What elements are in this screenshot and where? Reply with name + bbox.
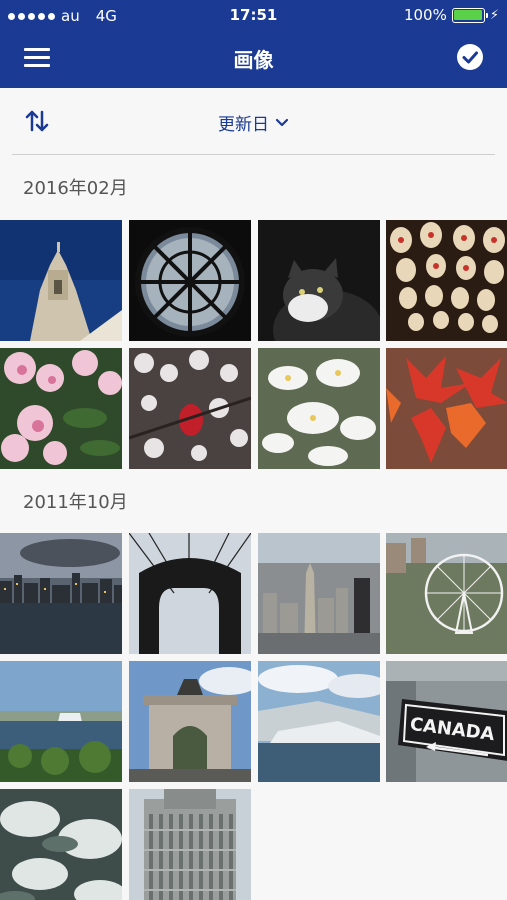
white-flowers-photo[interactable] [258, 348, 380, 469]
app-header: au 4G 17:51 100% ⚡ 画像 [0, 0, 507, 88]
memorial-arch-photo[interactable] [129, 661, 251, 782]
city-skyline-photo[interactable] [0, 533, 122, 654]
status-bar: au 4G 17:51 100% ⚡ [0, 0, 507, 30]
confirm-button[interactable] [457, 44, 483, 70]
canada-sign-photo[interactable]: CANADA [386, 661, 507, 782]
clock-window-photo[interactable] [129, 220, 251, 341]
red-maple-leaves-photo[interactable] [386, 348, 507, 469]
section-date-label: 2016年02月 [23, 178, 128, 199]
sort-field-label: 更新日 [218, 115, 269, 135]
sort-field-dropdown[interactable]: 更新日 [218, 110, 289, 135]
toolbar-divider [12, 154, 495, 155]
white-blossom-red-flower-photo[interactable] [129, 348, 251, 469]
cat-photo[interactable] [258, 220, 380, 341]
battery-icon [451, 7, 488, 23]
charging-icon: ⚡ [489, 7, 499, 23]
battery-percent: 100% [403, 6, 447, 24]
page-title: 画像 [233, 48, 274, 72]
checkmark-icon [462, 51, 478, 64]
sort-toolbar: 更新日 [0, 88, 507, 154]
chevron-down-icon [275, 118, 289, 126]
pink-azalea-photo[interactable] [0, 348, 122, 469]
section-date-label: 2011年10月 [23, 492, 128, 513]
waterfall-mist-photo[interactable] [258, 661, 380, 782]
niagara-falls-photo[interactable] [0, 661, 122, 782]
ferris-wheel-photo[interactable] [386, 533, 507, 654]
skyscraper-photo[interactable] [129, 789, 251, 900]
lanterns-photo[interactable] [386, 220, 507, 341]
nav-bar: 画像 [0, 30, 507, 88]
church-tower-photo[interactable] [0, 220, 122, 341]
brooklyn-bridge-photo[interactable] [129, 533, 251, 654]
aerial-city-photo[interactable] [258, 533, 380, 654]
rapids-photo[interactable] [0, 789, 122, 900]
